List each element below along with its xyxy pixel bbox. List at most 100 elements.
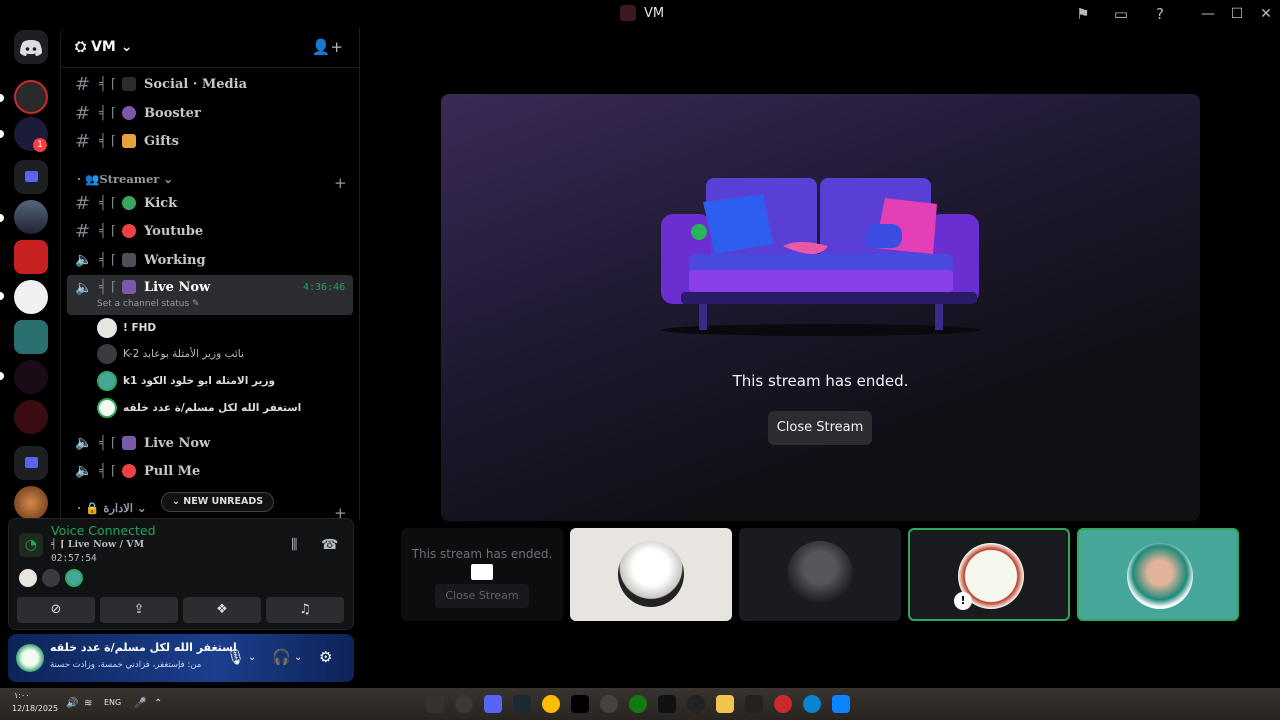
avatar[interactable] xyxy=(16,644,44,672)
thumbnail-close-stream-button[interactable]: Close Stream xyxy=(435,584,529,608)
server-logo-icon[interactable] xyxy=(14,360,48,394)
taskbar: ١:٠٠ 12/18/2025 🔊 ≋ ENG 🎤 ⌃ xyxy=(0,688,1280,720)
channel-live-now-active[interactable]: 🔈 ╡ ⌈ Live Now 4:36:46 Set a channel sta… xyxy=(67,275,353,315)
settings-taskbar-icon[interactable] xyxy=(600,695,618,713)
voice-user[interactable]: K-2 نائب وزير الأمثلة بوعابد xyxy=(97,344,244,364)
camera-off-button[interactable]: ⊘ xyxy=(17,597,95,623)
category-admin[interactable]: · 🔒 الادارة ⌄ xyxy=(77,501,147,515)
channel-status[interactable]: Set a channel status ✎ xyxy=(97,299,200,309)
server-silhouette-icon[interactable] xyxy=(14,200,48,234)
app-icon[interactable] xyxy=(455,695,473,713)
username[interactable]: استغفر الله لكل مسلم/ة عدد خلقه xyxy=(50,641,237,654)
epic-games-icon[interactable] xyxy=(426,695,444,713)
inbox-icon[interactable]: ▭ xyxy=(1111,4,1131,24)
discord-home-icon[interactable] xyxy=(14,30,48,64)
voice-user[interactable]: ! FHD xyxy=(97,318,156,338)
voice-channel-link[interactable]: ╡ ⌈ Live Now / VM xyxy=(51,539,144,550)
xbox-icon[interactable] xyxy=(629,695,647,713)
voice-user[interactable]: استغفر الله لكل مسلم/ة عدد خلقه xyxy=(97,398,301,418)
discord-taskbar-icon[interactable] xyxy=(484,695,502,713)
new-unreads-pill[interactable]: ⌄ NEW UNREADS xyxy=(161,492,275,512)
group-icon xyxy=(122,436,137,450)
windows-start-icon[interactable] xyxy=(832,695,850,713)
booster-icon xyxy=(122,106,137,120)
microphone-icon[interactable]: 🎙 xyxy=(226,648,245,666)
channel-booster[interactable]: # ╡ ⌈ Booster xyxy=(67,99,353,127)
channel-live-now-2[interactable]: 🔈 ╡ ⌈ Live Now xyxy=(67,429,353,457)
next-app-icon[interactable] xyxy=(658,695,676,713)
avatar xyxy=(1127,543,1193,609)
headphones-icon[interactable]: 🎧 xyxy=(272,648,291,666)
channel-social-media[interactable]: # ╡ ⌈ Social · Media xyxy=(67,70,353,98)
hash-icon: # xyxy=(75,130,91,152)
help-icon[interactable]: ? xyxy=(1150,4,1170,24)
title-bar: VM ⚑ ▭ ? — ☐ ✕ xyxy=(0,0,1280,28)
server-r25-icon[interactable] xyxy=(14,320,48,354)
tools-icon xyxy=(122,253,137,267)
app-red-icon[interactable] xyxy=(774,695,792,713)
settings-gear-icon[interactable]: ⚙ xyxy=(319,648,332,666)
flag-icon[interactable]: ⚑ xyxy=(1073,4,1093,24)
chevron-down-icon[interactable]: ⌄ xyxy=(294,652,302,663)
avatar xyxy=(618,541,684,607)
close-stream-button[interactable]: Close Stream xyxy=(768,411,872,445)
server-coffee-icon[interactable] xyxy=(14,486,48,520)
noise-suppression-icon[interactable]: ⫼ xyxy=(291,537,297,553)
participant-tile[interactable] xyxy=(739,528,901,621)
chevron-down-icon[interactable]: ⌄ xyxy=(248,652,256,663)
stream-stage: This stream has ended. Close Stream xyxy=(441,94,1200,521)
server-sxs-icon[interactable] xyxy=(14,80,48,114)
minimize-icon[interactable]: — xyxy=(1193,4,1223,24)
channel-gifts[interactable]: # ╡ ⌈ Gifts xyxy=(67,127,353,155)
user-panel: استغفر الله لكل مسلم/ة عدد خلقه من: فإست… xyxy=(8,634,354,682)
gift-icon xyxy=(122,134,137,148)
server-demon-icon[interactable] xyxy=(14,400,48,434)
chrome-icon[interactable] xyxy=(542,695,560,713)
speaker-icon: 🔈 xyxy=(75,435,93,451)
server-red-icon[interactable] xyxy=(14,240,48,274)
soundboard-button[interactable]: ♫ xyxy=(266,597,344,623)
screen-share-button[interactable]: ⇪ xyxy=(100,597,178,623)
avatar xyxy=(787,541,853,607)
maximize-icon[interactable]: ☐ xyxy=(1222,4,1252,24)
add-member-icon[interactable]: 👤+ xyxy=(312,38,343,56)
participant-tile[interactable] xyxy=(570,528,732,621)
avatar[interactable] xyxy=(42,569,60,587)
avatar xyxy=(97,344,117,364)
hash-icon: # xyxy=(75,73,91,95)
avatar[interactable] xyxy=(19,569,37,587)
server-folder-2-icon[interactable] xyxy=(14,446,48,480)
chevron-up-icon[interactable]: ⌃ xyxy=(154,698,162,709)
close-icon[interactable]: ✕ xyxy=(1251,4,1280,24)
capcut-icon[interactable] xyxy=(745,695,763,713)
server-folder-icon[interactable] xyxy=(14,160,48,194)
wifi-icon[interactable]: ≋ xyxy=(84,698,92,709)
voice-status[interactable]: Voice Connected xyxy=(51,523,156,538)
speaker-active-icon: 🔈 xyxy=(75,280,93,296)
voice-user[interactable]: k1 وزير الامثله ابو خلود الكود xyxy=(97,371,275,391)
search-app-icon[interactable] xyxy=(687,695,705,713)
channel-working[interactable]: 🔈 ╡ ⌈ Working xyxy=(67,246,353,274)
channel-kick[interactable]: # ╡ ⌈ Kick xyxy=(67,189,353,217)
file-explorer-icon[interactable] xyxy=(716,695,734,713)
participant-tile-speaking[interactable]: ! xyxy=(908,528,1070,621)
tiktok-icon[interactable] xyxy=(571,695,589,713)
server-header[interactable]: ⛭ VM ⌄ 👤+ xyxy=(61,28,359,68)
activities-button[interactable]: ❖ xyxy=(183,597,261,623)
channel-youtube[interactable]: # ╡ ⌈ Youtube xyxy=(67,217,353,245)
steam-icon[interactable] xyxy=(513,695,531,713)
channel-pull-me[interactable]: 🔈 ╡ ⌈ Pull Me xyxy=(67,457,353,485)
disconnect-icon[interactable]: ☎ xyxy=(321,537,338,553)
edge-icon[interactable] xyxy=(803,695,821,713)
mic-tray-icon[interactable]: 🎤 xyxy=(134,698,146,709)
category-streamer[interactable]: · 👥Streamer ⌄ xyxy=(77,172,173,186)
voice-elapsed: 02:57:54 xyxy=(51,553,97,564)
stream-thumbnail-tile[interactable]: This stream has ended. Close Stream xyxy=(401,528,563,621)
language-indicator[interactable]: ENG xyxy=(104,698,121,707)
channel-timer: 4:36:46 xyxy=(303,282,346,293)
server-profile-icon[interactable] xyxy=(14,280,48,314)
volume-icon[interactable]: 🔊 xyxy=(66,698,78,709)
avatar[interactable] xyxy=(65,569,83,587)
red-circle-icon xyxy=(122,224,137,238)
participant-tile-speaking[interactable] xyxy=(1077,528,1239,621)
